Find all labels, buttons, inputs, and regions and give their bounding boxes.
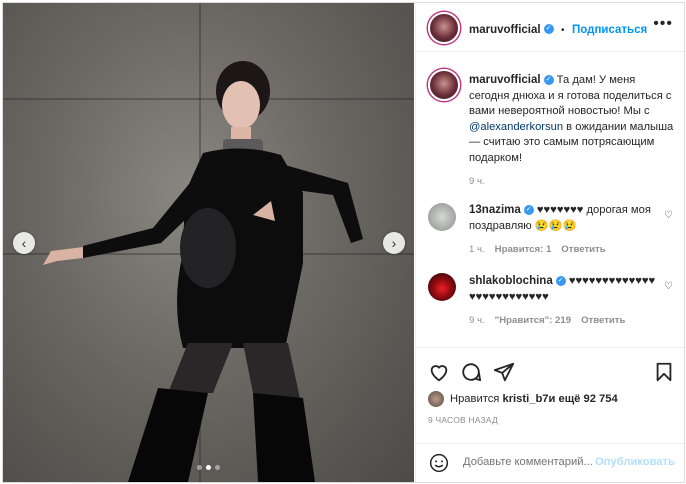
chevron-left-icon: ‹ xyxy=(21,235,27,251)
author-line: maruvofficial ✓ • Подписаться xyxy=(469,20,647,38)
add-comment-bar: Опубликовать xyxy=(416,443,684,482)
mention-link[interactable]: @alexanderkorsun xyxy=(469,121,563,133)
like-heart-icon[interactable] xyxy=(428,361,450,383)
carousel-prev-button[interactable]: ‹ xyxy=(13,232,35,254)
carousel-indicator xyxy=(197,465,220,470)
post-media[interactable]: ‹ › xyxy=(3,3,414,482)
reply-button[interactable]: Ответить xyxy=(581,315,625,326)
post-actions-bar xyxy=(416,347,684,394)
more-options-icon[interactable]: ••• xyxy=(653,15,673,33)
likes-summary[interactable]: Нравится kristi_b7 и ещё 92 754 xyxy=(428,391,618,407)
carousel-dot xyxy=(197,465,202,470)
post-dialog: ‹ › maruvofficial ✓ • Подписаться ••• ma… xyxy=(2,2,685,483)
post-side-panel: maruvofficial ✓ • Подписаться ••• maruvof… xyxy=(415,3,684,482)
publish-button[interactable]: Опубликовать xyxy=(595,456,675,468)
verified-badge-icon: ✓ xyxy=(543,75,554,86)
comment-username[interactable]: 13nazima xyxy=(469,204,521,216)
comment: 13nazima ✓ ♥♥♥♥♥♥♥ дорогая моя поздравляю… xyxy=(469,203,659,255)
caption-username[interactable]: maruvofficial xyxy=(469,74,541,86)
comment-username[interactable]: shlakoblochina xyxy=(469,275,553,287)
separator-dot: • xyxy=(561,25,565,36)
carousel-dot-active xyxy=(206,465,211,470)
comment-bubble-icon[interactable] xyxy=(460,361,482,383)
like-comment-heart-icon[interactable]: ♡ xyxy=(664,210,673,221)
caption-meta: 9 ч. xyxy=(469,176,674,187)
likes-prefix: Нравится xyxy=(450,393,500,405)
model-photo xyxy=(43,61,363,482)
commenter-avatar[interactable] xyxy=(428,273,456,301)
post-time[interactable]: 9 ЧАСОВ НАЗАД xyxy=(428,415,498,425)
caption-avatar[interactable] xyxy=(428,69,460,101)
comment: shlakoblochina ✓ ♥♥♥♥♥♥♥♥♥♥♥♥♥♥♥♥♥♥♥♥♥♥♥♥… xyxy=(469,274,659,326)
emoji-smiley-icon[interactable] xyxy=(429,453,449,473)
follow-button[interactable]: Подписаться xyxy=(572,24,647,36)
share-paper-plane-icon[interactable] xyxy=(493,361,515,383)
likes-suffix[interactable]: и ещё 92 754 xyxy=(549,393,618,405)
comment-likes[interactable]: "Нравится": 219 xyxy=(495,315,571,326)
comment-meta: 9 ч. "Нравится": 219 Ответить xyxy=(469,315,659,326)
author-avatar[interactable] xyxy=(428,12,460,44)
chevron-right-icon: › xyxy=(391,235,397,251)
likes-user[interactable]: kristi_b7 xyxy=(502,393,548,405)
like-comment-heart-icon[interactable]: ♡ xyxy=(664,281,673,292)
comment-time[interactable]: 1 ч. xyxy=(469,244,485,255)
reply-button[interactable]: Ответить xyxy=(561,244,605,255)
commenter-avatar[interactable] xyxy=(428,203,456,231)
add-comment-input[interactable] xyxy=(461,455,600,469)
carousel-next-button[interactable]: › xyxy=(383,232,405,254)
comment-time[interactable]: 9 ч. xyxy=(469,315,485,326)
caption-time[interactable]: 9 ч. xyxy=(469,176,485,187)
post-header: maruvofficial ✓ • Подписаться ••• xyxy=(416,3,684,52)
save-bookmark-icon[interactable] xyxy=(653,361,675,383)
caption: maruvofficial ✓ Та дам! У меня сегодня дн… xyxy=(469,73,674,187)
comment-likes[interactable]: Нравится: 1 xyxy=(495,244,552,255)
comments-scroll-area[interactable]: maruvofficial ✓ Та дам! У меня сегодня дн… xyxy=(416,52,684,347)
verified-badge-icon: ✓ xyxy=(523,205,534,216)
verified-badge-icon: ✓ xyxy=(543,23,554,34)
carousel-dot xyxy=(215,465,220,470)
author-username[interactable]: maruvofficial xyxy=(469,24,541,36)
comment-meta: 1 ч. Нравится: 1 Ответить xyxy=(469,244,659,255)
liker-avatar xyxy=(428,391,444,407)
verified-badge-icon: ✓ xyxy=(555,276,566,287)
